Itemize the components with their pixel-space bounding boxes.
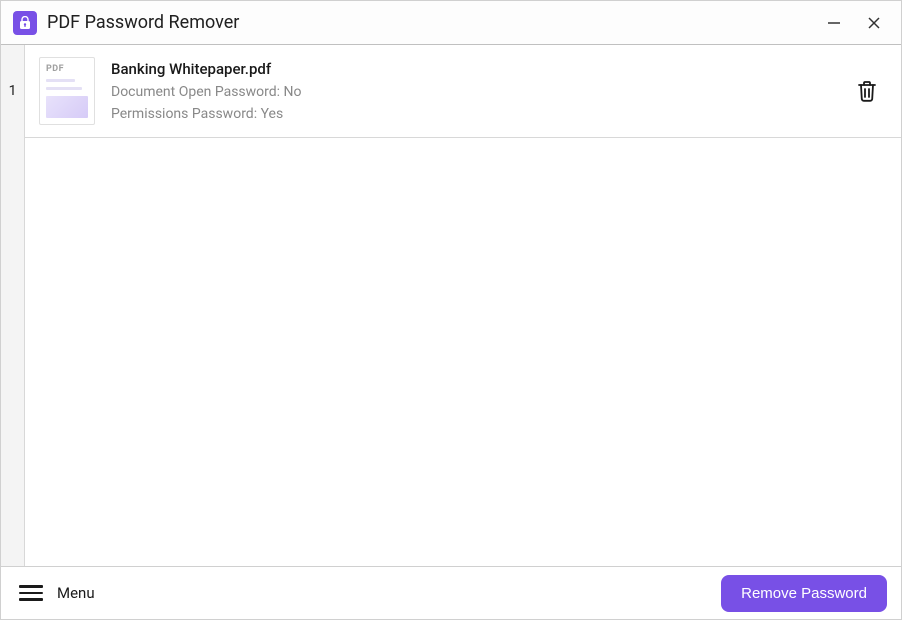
- delete-file-button[interactable]: [851, 75, 883, 107]
- pdf-thumbnail-icon: PDF: [39, 57, 95, 125]
- content-area: 1 PDF Banking Whitepaper.pdf Document Op…: [1, 45, 901, 567]
- open-password-status: Document Open Password: No: [111, 84, 835, 100]
- window-controls: [825, 14, 893, 32]
- close-button[interactable]: [865, 14, 883, 32]
- file-info: Banking Whitepaper.pdf Document Open Pas…: [111, 60, 835, 122]
- trash-icon: [856, 79, 878, 103]
- permissions-password-status: Permissions Password: Yes: [111, 106, 835, 122]
- menu-button[interactable]: Menu: [19, 584, 95, 602]
- row-number-gutter: 1: [1, 45, 25, 566]
- row-number: 1: [9, 83, 17, 99]
- minimize-button[interactable]: [825, 14, 843, 32]
- file-row[interactable]: PDF Banking Whitepaper.pdf Document Open…: [25, 45, 901, 138]
- app-logo-icon: [13, 11, 37, 35]
- file-list: PDF Banking Whitepaper.pdf Document Open…: [25, 45, 901, 566]
- remove-password-button[interactable]: Remove Password: [721, 575, 887, 612]
- file-name: Banking Whitepaper.pdf: [111, 60, 835, 78]
- app-title: PDF Password Remover: [47, 12, 825, 33]
- titlebar: PDF Password Remover: [1, 1, 901, 45]
- hamburger-icon: [19, 585, 43, 601]
- menu-label: Menu: [57, 584, 95, 602]
- footer: Menu Remove Password: [1, 567, 901, 619]
